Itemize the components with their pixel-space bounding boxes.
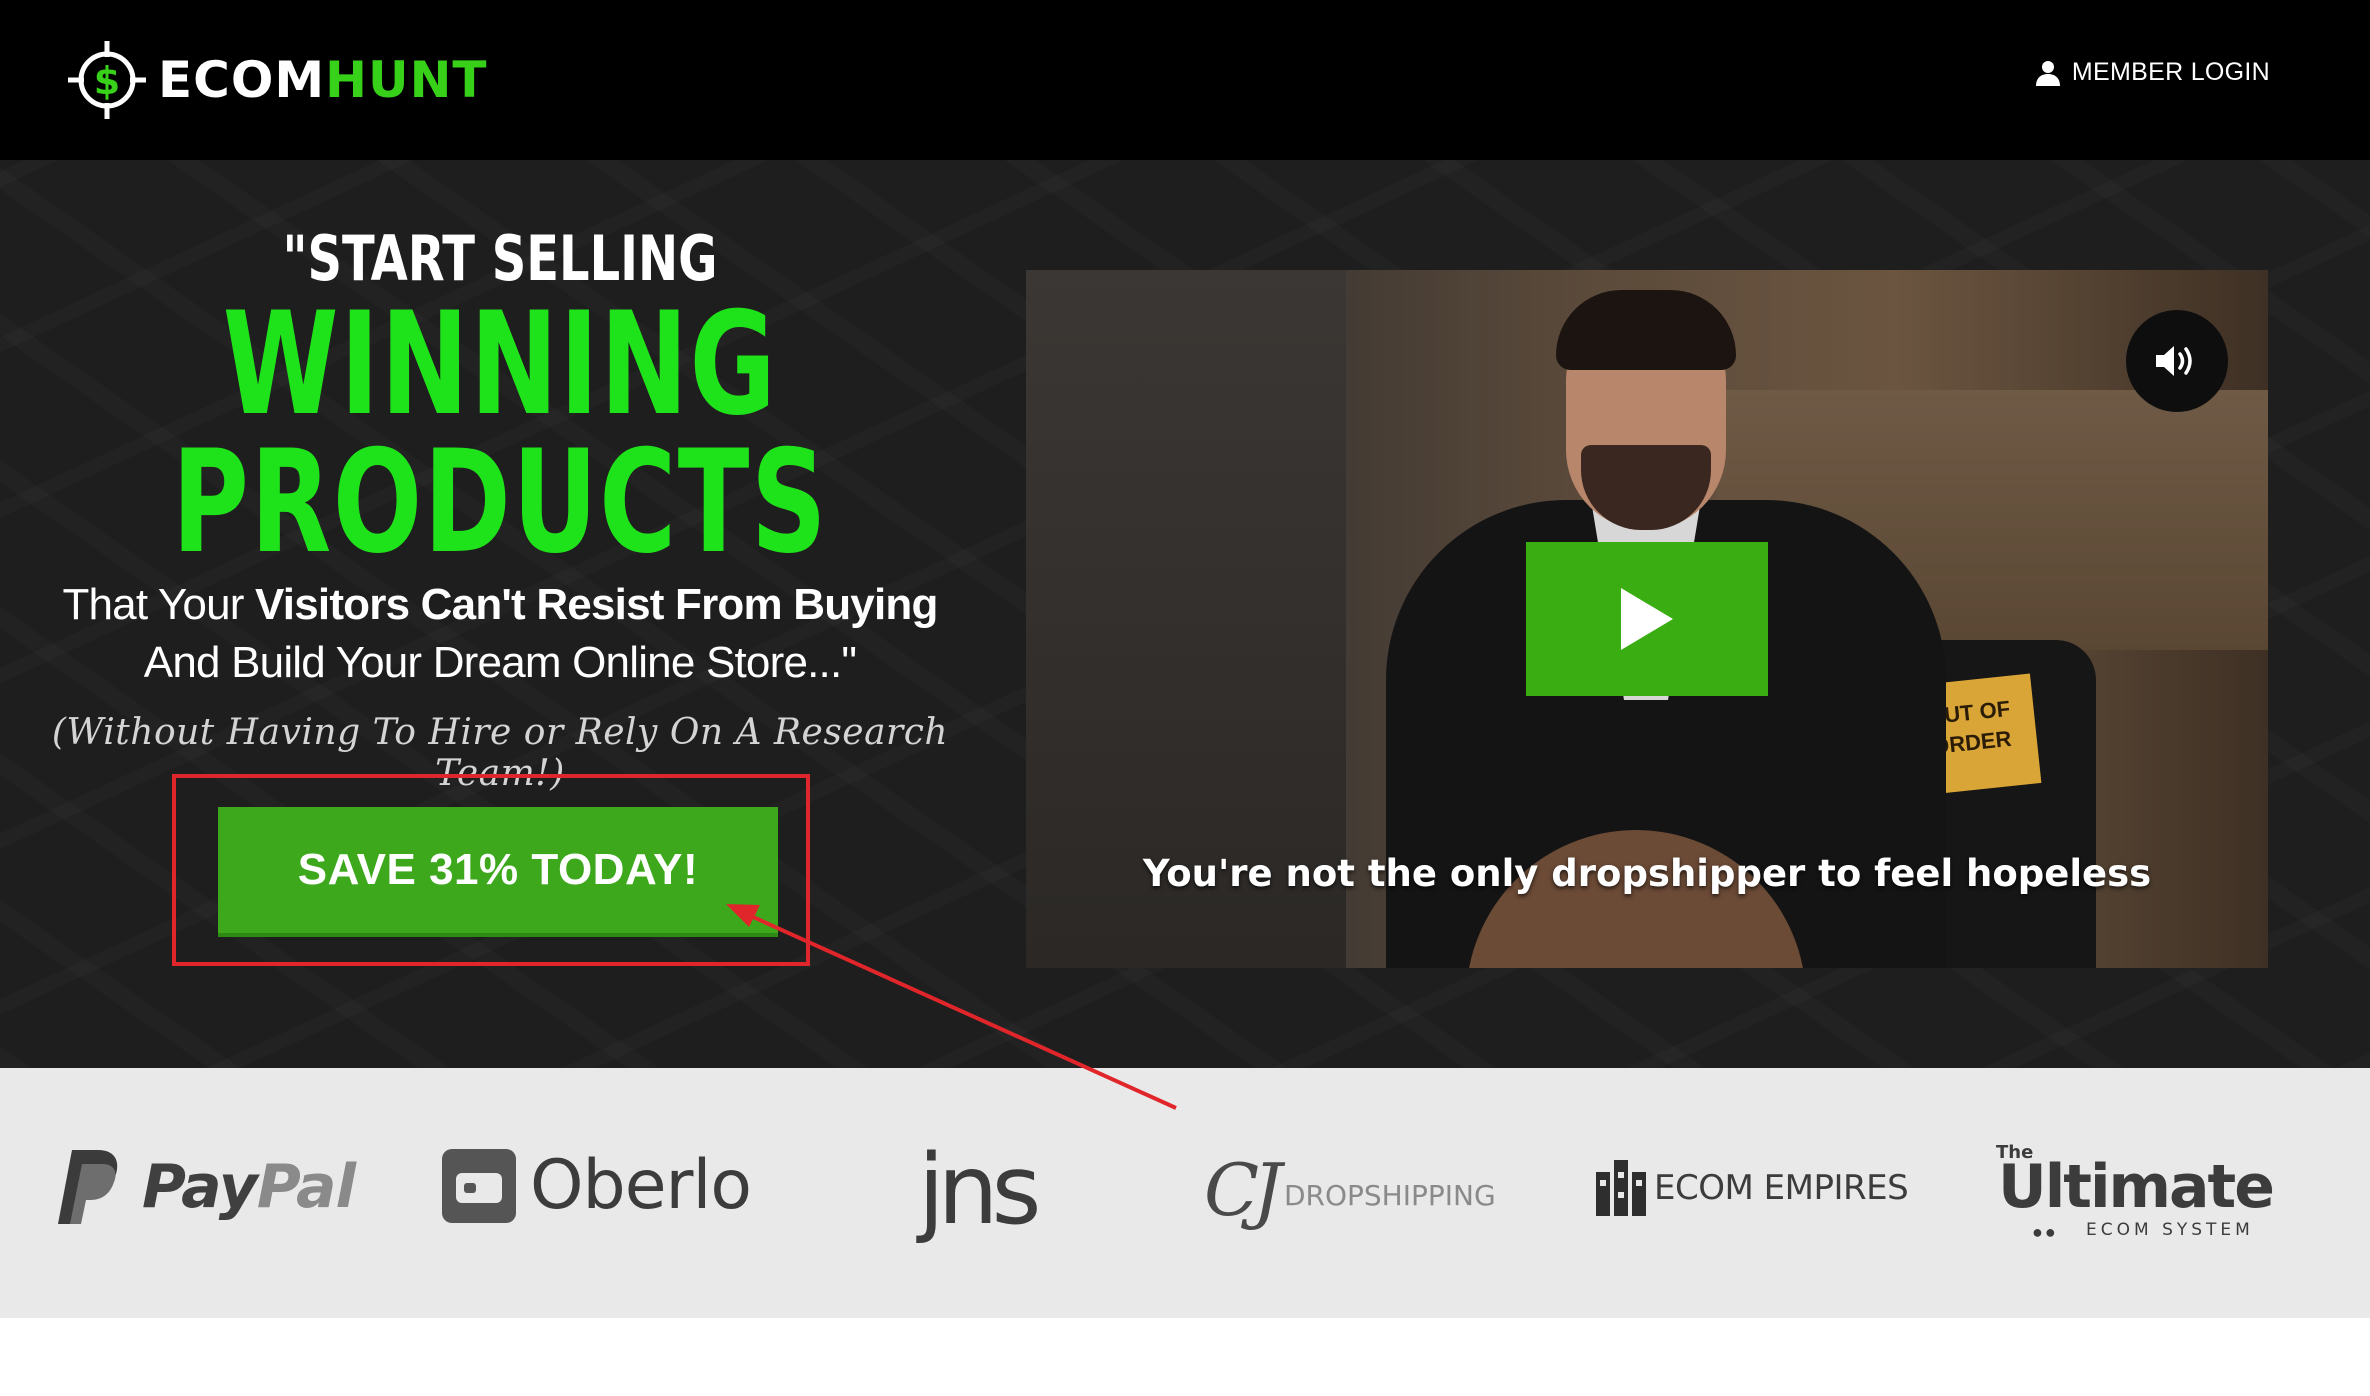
user-icon <box>2035 60 2060 86</box>
ecomhunt-logo[interactable]: $ ECOMHUNT <box>66 36 488 124</box>
cj-dropshipping-logo: CJ DROPSHIPPING <box>1204 1148 1496 1232</box>
video-caption: You're not the only dropshipper to feel … <box>1142 852 2152 895</box>
ultimate-dots-icon: ●● <box>2032 1222 2058 1242</box>
ecom-empires-building-icon <box>1596 1160 1646 1216</box>
svg-text:$: $ <box>94 59 120 103</box>
oberlo-box-icon <box>442 1148 516 1223</box>
partner-logos-strip: PayPal Oberlo jns CJ DROPSHIPPING ECOM E… <box>0 1068 2370 1318</box>
jns-logo: jns <box>918 1134 1042 1246</box>
oberlo-logo: Oberlo <box>442 1146 752 1225</box>
paypal-logo: PayPal <box>56 1148 356 1226</box>
hero-section: "START SELLING WINNING PRODUCTS That You… <box>0 160 2370 1068</box>
top-navigation-bar: $ ECOMHUNT MEMBER LOGIN <box>0 0 2370 160</box>
video-speaker-hair <box>1556 290 1736 370</box>
play-button[interactable] <box>1526 542 1768 696</box>
paypal-p-icon <box>58 1150 118 1224</box>
save-31-percent-button[interactable]: SAVE 31% TODAY! <box>218 807 778 937</box>
member-login-link[interactable]: MEMBER LOGIN <box>2035 58 2270 87</box>
member-login-label: MEMBER LOGIN <box>2071 58 2270 86</box>
subheadline-line-2: And Build Your Dream Online Store..." <box>143 638 857 687</box>
subheadline-line-1: That Your Visitors Can't Resist From Buy… <box>62 580 938 629</box>
speaker-icon <box>2156 346 2192 376</box>
video-player[interactable]: OUT OF ORDER You're not the only dropshi… <box>1026 270 2268 968</box>
mute-toggle-button[interactable] <box>2126 310 2228 412</box>
headline-winning: WINNING <box>222 282 778 447</box>
ecom-empires-logo: ECOM EMPIRES <box>1594 1158 1909 1218</box>
play-icon <box>1621 588 1673 650</box>
ultimate-ecom-system-logo: The Ultimate ●● ECOM SYSTEM <box>1996 1142 2275 1242</box>
logo-wordmark: ECOMHUNT <box>158 51 488 109</box>
crosshair-dollar-icon: $ <box>68 41 146 119</box>
headline-products: PRODUCTS <box>171 420 829 585</box>
